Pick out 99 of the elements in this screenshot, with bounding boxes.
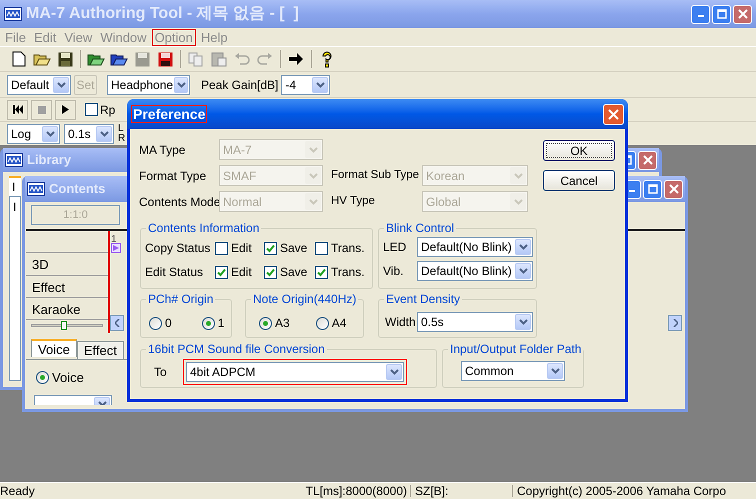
checkbox[interactable] — [215, 266, 228, 278]
maximize-button[interactable] — [712, 4, 731, 24]
close-button[interactable] — [603, 104, 624, 124]
checkbox-label: Trans. — [331, 264, 365, 281]
close-icon — [668, 184, 678, 194]
maximize-icon — [716, 9, 726, 19]
dialog-title: Preference — [131, 105, 208, 123]
dropdown[interactable]: 4bit ADPCM — [186, 362, 404, 382]
row-label: Copy Status — [145, 240, 212, 257]
close-icon — [738, 9, 748, 19]
app-logo-icon — [5, 153, 23, 167]
dropdown[interactable]: 0.5s — [417, 312, 533, 332]
dialog-button[interactable]: Cancel — [543, 170, 615, 191]
radio-button[interactable] — [316, 316, 329, 330]
dropdown[interactable]: Default(No Blink) — [417, 261, 533, 281]
rewind-icon — [12, 105, 22, 114]
position-display: 1:1:0 — [31, 205, 120, 225]
field-label: LED — [383, 239, 408, 256]
checkbox-label: Rp — [100, 102, 116, 118]
zoom-slider[interactable] — [31, 320, 103, 333]
group-title: Note Origin(440Hz) — [251, 291, 358, 307]
rewind-button[interactable] — [7, 100, 28, 120]
maximize-icon — [648, 184, 658, 194]
app-logo-icon — [4, 7, 22, 21]
checkbox-label: Edit — [231, 240, 252, 257]
checkbox[interactable] — [264, 242, 277, 254]
field-label: Format Sub Type — [331, 168, 420, 183]
play-icon — [62, 105, 69, 114]
dropdown[interactable]: Default(No Blink) — [417, 237, 533, 257]
group-title: Input/Output Folder Path — [448, 341, 584, 357]
radio-button[interactable] — [259, 316, 272, 330]
track-label: Karaoke — [26, 298, 108, 320]
chevron-right-icon — [672, 319, 678, 327]
field-label: Format Type — [139, 168, 208, 184]
checkbox-label: Edit — [231, 264, 252, 281]
tab[interactable]: Voice — [31, 339, 77, 357]
group-title: PCh# Origin — [146, 291, 216, 307]
dropdown[interactable]: -4 — [281, 74, 330, 94]
radio-label: A3 — [275, 315, 290, 332]
stop-icon — [38, 106, 46, 114]
minimize-button[interactable] — [691, 4, 710, 24]
chevron-left-icon — [114, 319, 120, 327]
row-label: Edit Status — [145, 264, 204, 281]
field-label: Width — [385, 314, 417, 331]
close-icon — [608, 108, 619, 120]
checkbox[interactable] — [85, 103, 98, 116]
tab[interactable]: I — [9, 176, 21, 196]
group-title: Event Density — [384, 291, 462, 307]
ruler-label: 1 — [111, 233, 117, 247]
peak-gain-label: Peak Gain[dB] — [201, 76, 278, 94]
track-label: 3D — [26, 253, 108, 276]
field-label: Contents Mode — [139, 194, 219, 210]
column-header: I — [13, 199, 18, 216]
slider-thumb[interactable] — [60, 321, 67, 330]
dialog-button[interactable]: OK — [543, 140, 615, 161]
window-title: Contents — [49, 180, 106, 198]
checkbox[interactable] — [315, 242, 328, 254]
status-text: SZ[B]: — [411, 485, 513, 497]
checkbox-label: Save — [280, 240, 308, 257]
play-button[interactable] — [55, 100, 76, 120]
checkbox[interactable] — [264, 266, 277, 278]
checkbox[interactable] — [215, 242, 228, 254]
dropdown[interactable]: 0.1s — [64, 124, 114, 144]
tab[interactable]: Effect — [76, 341, 124, 359]
close-button[interactable] — [638, 150, 657, 170]
checkbox-label: Save — [280, 264, 308, 281]
channel-label: R — [118, 134, 126, 144]
dropdown[interactable]: Headphone — [107, 74, 190, 94]
field-label: Vib. — [383, 263, 404, 280]
app-logo-icon — [27, 182, 45, 196]
marker-icon — [111, 243, 121, 253]
track-label: Effect — [26, 276, 108, 298]
checkbox-label: Trans. — [331, 240, 365, 257]
radio-label: 0 — [165, 315, 172, 332]
radio-label: 1 — [218, 315, 224, 332]
field-label: HV Type — [331, 194, 376, 209]
status-text: Copyright(c) 2005-2006 Yamaha Corpo — [516, 485, 726, 497]
close-button[interactable] — [733, 4, 752, 24]
checkbox[interactable] — [315, 266, 328, 278]
field-label: To — [154, 364, 168, 381]
channel-label: L — [118, 124, 125, 134]
window-title: MA-7 Authoring Tool - 제목 없음 - [ ] — [26, 4, 300, 24]
close-button[interactable] — [664, 180, 683, 198]
radio-button[interactable] — [202, 316, 215, 330]
radio-button[interactable] — [149, 316, 162, 330]
status-text: TL[ms]:8000(8000) — [262, 485, 411, 497]
field-label: MA Type — [139, 142, 186, 158]
dropdown[interactable]: Common — [461, 361, 565, 381]
dropdown[interactable]: Log — [7, 124, 60, 144]
close-icon — [642, 155, 652, 165]
maximize-button[interactable] — [643, 180, 662, 198]
dropdown[interactable]: Default — [7, 74, 71, 94]
radio-button[interactable] — [36, 371, 49, 384]
window-title: Library — [27, 151, 72, 170]
status-text: Ready — [0, 485, 36, 497]
scroll-left-button[interactable] — [110, 315, 124, 331]
scroll-right-button[interactable] — [668, 315, 682, 331]
radio-label: A4 — [332, 315, 346, 332]
radio-label: Voice — [52, 369, 84, 387]
